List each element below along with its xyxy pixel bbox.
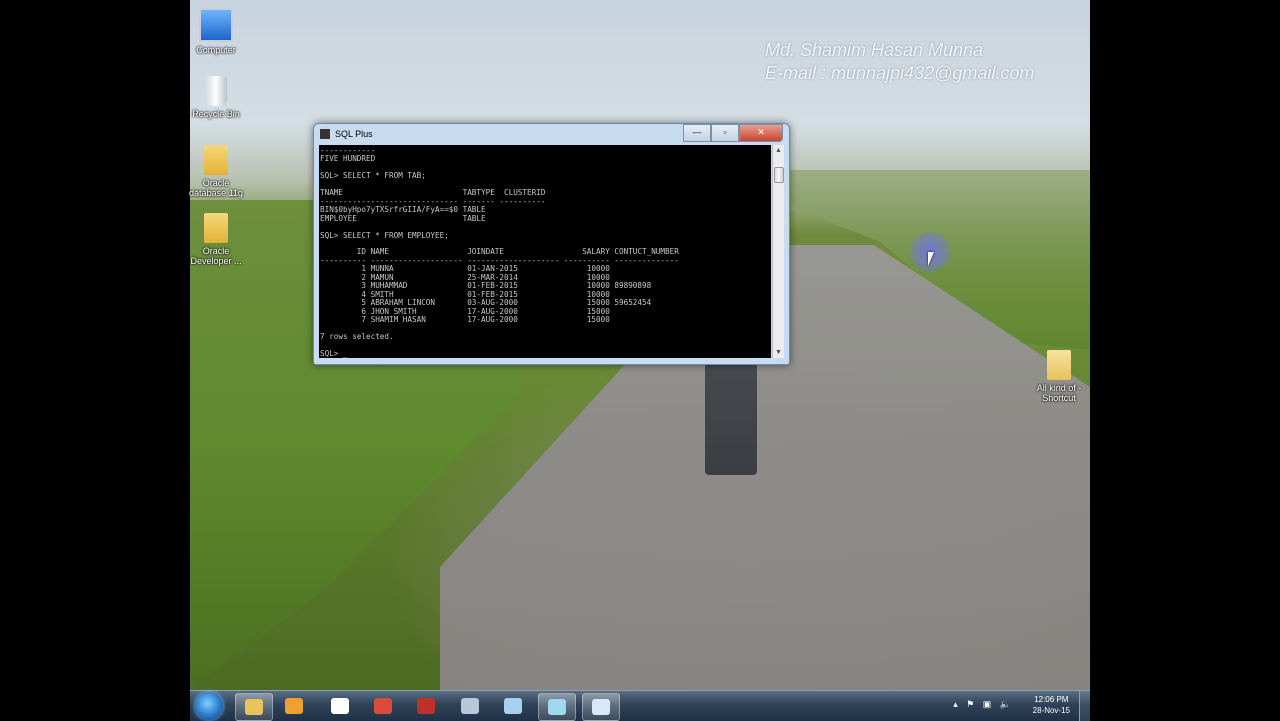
- console-text: ------------ FIVE HUNDRED SQL> SELECT * …: [320, 146, 679, 358]
- start-button[interactable]: [195, 692, 223, 720]
- desktop-icon-label: Oracle Developer ...: [190, 246, 242, 266]
- taskbar-button-sqlplus[interactable]: [582, 693, 620, 721]
- calculator-icon: [461, 698, 479, 714]
- taskbar-button-panda[interactable]: [322, 693, 358, 719]
- clock[interactable]: 12:06 PM 28-Nov-15: [1033, 694, 1070, 716]
- taskbar-button-app-window[interactable]: [538, 693, 576, 721]
- taskbar: ▴ ⚑ ▣ 🔈 12:06 PM 28-Nov-15: [190, 690, 1090, 721]
- show-desktop-button[interactable]: [1079, 691, 1090, 721]
- minimize-button[interactable]: —: [683, 124, 711, 142]
- clock-time: 12:06 PM: [1034, 695, 1069, 704]
- desktop-icon-recycle-bin[interactable]: Recycle Bin: [189, 76, 243, 119]
- console-output[interactable]: ------------ FIVE HUNDRED SQL> SELECT * …: [319, 145, 771, 358]
- media-player-icon: [285, 698, 303, 714]
- watermark-email: E-mail : munnajpi432@gmail.com: [765, 63, 1035, 83]
- mouse-cursor-icon: [910, 232, 950, 272]
- window-controls: — ▫ ✕: [683, 124, 783, 142]
- explorer-icon: [245, 699, 263, 715]
- clock-date: 28-Nov-15: [1032, 706, 1070, 715]
- scroll-thumb[interactable]: [774, 167, 784, 183]
- book-icon: [417, 698, 435, 714]
- taskbar-button-book[interactable]: [408, 693, 444, 719]
- taskbar-button-calculator[interactable]: [452, 693, 488, 719]
- scroll-down-icon[interactable]: ▼: [773, 347, 784, 358]
- scroll-up-icon[interactable]: ▲: [773, 145, 784, 156]
- chrome-icon: [374, 698, 392, 714]
- desktop-icon-label: Oracle database 11g: [189, 178, 243, 198]
- taskbar-button-paint[interactable]: [495, 693, 531, 719]
- folder-icon: [204, 145, 228, 175]
- computer-icon: [199, 8, 233, 42]
- desktop-icon-label: All kind of - Shortcut: [1036, 383, 1082, 403]
- window-title: SQL Plus: [335, 129, 373, 139]
- panda-icon: [331, 698, 349, 714]
- vertical-scrollbar[interactable]: ▲ ▼: [772, 145, 784, 358]
- maximize-button[interactable]: ▫: [711, 124, 739, 142]
- desktop-icon-oracle-developer[interactable]: Oracle Developer ...: [189, 213, 243, 266]
- sqlplus-icon: [320, 129, 330, 139]
- close-button[interactable]: ✕: [739, 124, 783, 142]
- desktop-icon-label: Recycle Bin: [192, 109, 240, 119]
- folder-shortcut-icon: [1047, 350, 1071, 380]
- system-tray-icons[interactable]: ▴ ⚑ ▣ 🔈: [953, 699, 1014, 710]
- watermark-name: Md. Shamim Hasan Munna: [765, 40, 984, 60]
- taskbar-button-chrome[interactable]: [365, 693, 401, 719]
- app-window-icon: [548, 699, 566, 715]
- background-person: [705, 360, 757, 475]
- taskbar-button-media-player[interactable]: [276, 693, 312, 719]
- recycle-bin-icon: [205, 76, 227, 106]
- paint-icon: [504, 698, 522, 714]
- folder-icon: [204, 213, 228, 243]
- taskbar-button-explorer[interactable]: [235, 693, 273, 721]
- desktop-icon-oracle-database[interactable]: Oracle database 11g: [189, 145, 243, 198]
- desktop-icon-label: Computer: [196, 45, 236, 55]
- desktop-icon-all-kind-shortcut[interactable]: All kind of - Shortcut: [1032, 350, 1086, 403]
- sqlplus-icon: [592, 699, 610, 715]
- desktop-icon-computer[interactable]: Computer: [189, 8, 243, 55]
- sqlplus-window[interactable]: SQL Plus — ▫ ✕ ------------ FIVE HUNDRED…: [313, 123, 790, 365]
